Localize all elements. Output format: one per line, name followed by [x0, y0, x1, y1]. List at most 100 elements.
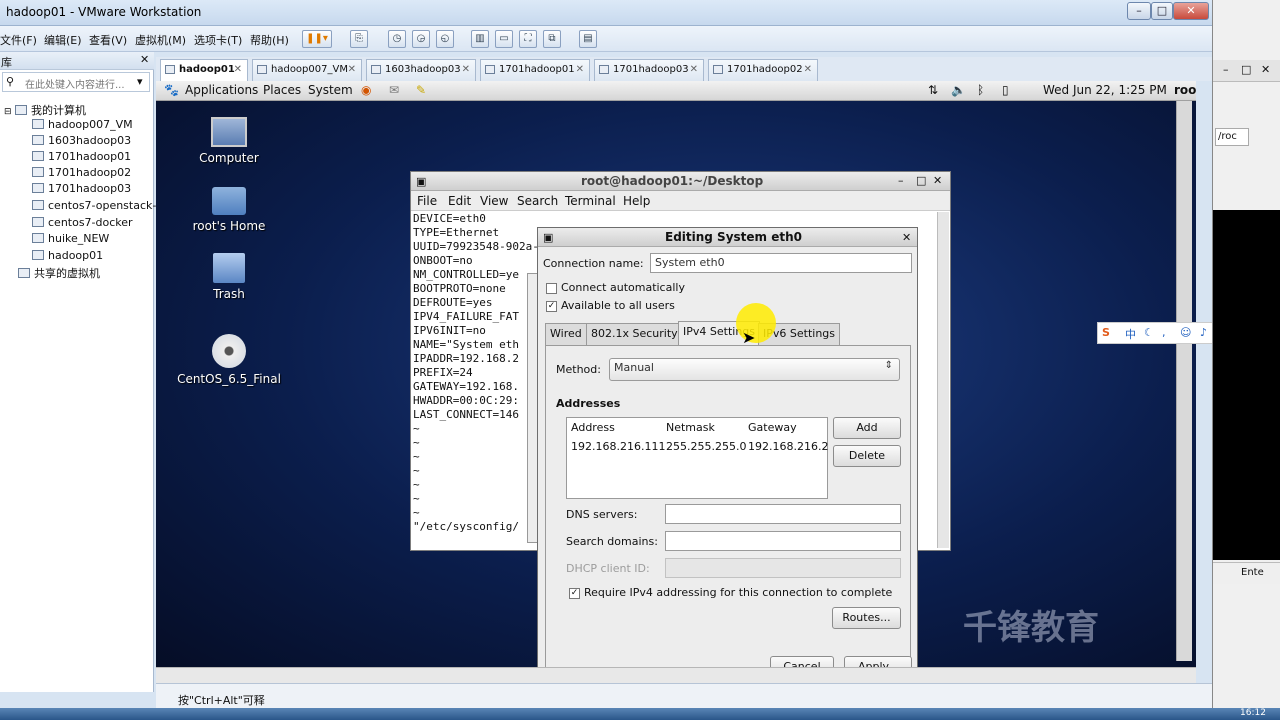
tree-vm-item[interactable]: huike_NEW	[32, 232, 109, 248]
menu-edit[interactable]: Edit	[448, 194, 471, 208]
close-tab-icon[interactable]: ✕	[234, 60, 242, 80]
menu-help[interactable]: Help	[623, 194, 650, 208]
addresses-table[interactable]: Address Netmask Gateway 192.168.216.111 …	[566, 417, 828, 499]
address-cell[interactable]: 192.168.216.111	[571, 440, 665, 453]
tree-shared-vms[interactable]: 共享的虚拟机	[18, 265, 100, 281]
punctuation-icon[interactable]: ,	[1162, 326, 1166, 339]
tab-1701hadoop01[interactable]: 1701hadoop01 ✕	[480, 59, 590, 81]
revert-snapshot-icon[interactable]: ◶	[412, 30, 430, 48]
tab-wired[interactable]: Wired	[545, 323, 587, 345]
connect-auto-checkbox[interactable]	[546, 283, 557, 294]
horizontal-scrollbar[interactable]	[156, 667, 1196, 683]
volume-icon[interactable]: 🔈	[951, 83, 966, 97]
tab-hadoop007-vm[interactable]: hadoop007_VM ✕	[252, 59, 362, 81]
connection-name-input[interactable]: System eth0	[650, 253, 912, 273]
send-keys-icon[interactable]: ⎘	[350, 30, 368, 48]
tab-1603hadoop03[interactable]: 1603hadoop03 ✕	[366, 59, 476, 81]
desktop-dvd[interactable]: CentOS_6.5_Final	[174, 334, 284, 386]
tree-vm-item[interactable]: hadoop007_VM	[32, 118, 133, 134]
chevron-down-icon[interactable]: ▾	[137, 75, 143, 88]
tab-hadoop01[interactable]: hadoop01 ✕	[160, 59, 248, 81]
tab-1701hadoop03[interactable]: 1701hadoop03 ✕	[594, 59, 704, 81]
close-icon[interactable]: ✕	[933, 174, 942, 187]
desktop-home[interactable]: root's Home	[174, 187, 284, 233]
guest-desktop[interactable]: 🐾 Applications Places System ◉ ✉ ✎ ⇅ 🔈 ᛒ…	[156, 81, 1196, 667]
background-window[interactable]: – □ ✕ /roc Ente	[1212, 0, 1280, 708]
method-select[interactable]: Manual ⇕	[609, 358, 900, 381]
mail-icon[interactable]: ✉	[389, 83, 399, 97]
close-tab-icon[interactable]: ✕	[690, 60, 698, 80]
tree-my-computer[interactable]: ⊟ 我的计算机	[4, 102, 86, 118]
tab-1701hadoop02[interactable]: 1701hadoop02 ✕	[708, 59, 818, 81]
moon-icon[interactable]: ☾	[1144, 326, 1154, 339]
firefox-icon[interactable]: ◉	[361, 83, 371, 97]
notes-icon[interactable]: ✎	[416, 83, 426, 97]
tree-vm-item[interactable]: centos7-openstack-r	[32, 199, 161, 215]
search-domains-input[interactable]	[665, 531, 901, 551]
pause-icon[interactable]: ❚❚▾	[302, 30, 332, 48]
close-icon[interactable]: ✕	[1261, 63, 1270, 76]
fullscreen-icon[interactable]: ⛶	[519, 30, 537, 48]
ime-mode[interactable]: 中	[1125, 326, 1136, 342]
connect-auto-label[interactable]: Connect automatically	[561, 281, 685, 294]
library-close-icon[interactable]: ✕	[140, 53, 149, 66]
routes-button[interactable]: Routes...	[832, 607, 901, 629]
add-address-button[interactable]: Add	[833, 417, 901, 439]
snapshot-manager-icon[interactable]: ◵	[436, 30, 454, 48]
delete-address-button[interactable]: Delete	[833, 445, 901, 467]
thumbnail-icon[interactable]: ▭	[495, 30, 513, 48]
snapshot-icon[interactable]: ◷	[388, 30, 406, 48]
column-header-gateway[interactable]: Gateway	[748, 421, 797, 434]
tree-vm-item[interactable]: centos7-docker	[32, 216, 133, 232]
require-ipv4-checkbox[interactable]: ✓	[569, 588, 580, 599]
close-tab-icon[interactable]: ✕	[804, 60, 812, 80]
available-all-label[interactable]: Available to all users	[561, 299, 675, 312]
tree-vm-item[interactable]: hadoop01	[32, 249, 103, 265]
menu-vm[interactable]: 虚拟机(M)	[135, 32, 186, 48]
tab-8021x-security[interactable]: 802.1x Security	[586, 323, 683, 345]
menu-view[interactable]: View	[480, 194, 508, 208]
menu-file[interactable]: File	[417, 194, 437, 208]
clock[interactable]: Wed Jun 22, 1:25 PM	[1043, 83, 1167, 97]
netmask-cell[interactable]: 255.255.255.0	[666, 440, 746, 453]
apply-button[interactable]: Apply...	[844, 656, 912, 667]
close-tab-icon[interactable]: ✕	[576, 60, 584, 80]
desktop-computer[interactable]: Computer	[174, 117, 284, 165]
guest-scrollbar[interactable]	[1176, 101, 1192, 661]
console-view-icon[interactable]: ▤	[579, 30, 597, 48]
menu-tabs[interactable]: 选项卡(T)	[194, 32, 242, 48]
close-icon[interactable]: ✕	[902, 231, 911, 244]
dns-servers-input[interactable]	[665, 504, 901, 524]
windows-taskbar[interactable]: 16:12	[0, 708, 1280, 720]
library-search-input[interactable]: ⚲ 在此处键入内容进行... ▾	[2, 72, 150, 92]
voice-icon[interactable]: ♪	[1200, 326, 1207, 339]
maximize-icon[interactable]: □	[916, 174, 926, 187]
menu-file[interactable]: 文件(F)	[0, 32, 37, 48]
user-menu[interactable]: roo	[1174, 83, 1196, 97]
emoji-icon[interactable]: ☺	[1180, 326, 1191, 339]
places-menu[interactable]: Places	[263, 83, 301, 97]
system-clock[interactable]: 16:12	[1240, 708, 1266, 718]
minimize-button[interactable]: –	[1127, 2, 1151, 20]
close-tab-icon[interactable]: ✕	[462, 60, 470, 80]
gateway-cell[interactable]: 192.168.216.2	[748, 440, 828, 453]
close-button[interactable]: ✕	[1173, 2, 1209, 20]
bluetooth-icon[interactable]: ᛒ	[977, 83, 984, 97]
path-dropdown[interactable]: /roc	[1215, 128, 1249, 146]
menu-search[interactable]: Search	[517, 194, 558, 208]
available-all-checkbox[interactable]: ✓	[546, 301, 557, 312]
tree-vm-item[interactable]: 1701hadoop03	[32, 182, 131, 198]
tree-vm-item[interactable]: 1701hadoop02	[32, 166, 131, 182]
editing-connection-dialog[interactable]: ▣ Editing System eth0 ✕ Connection name:…	[537, 227, 918, 667]
maximize-icon[interactable]: □	[1241, 63, 1251, 76]
menu-help[interactable]: 帮助(H)	[250, 32, 289, 48]
close-tab-icon[interactable]: ✕	[348, 60, 356, 80]
terminal-scrollbar[interactable]	[937, 212, 949, 548]
applications-menu[interactable]: Applications	[185, 83, 258, 97]
menu-terminal[interactable]: Terminal	[565, 194, 616, 208]
unity-icon[interactable]: ⧉	[543, 30, 561, 48]
enter-button[interactable]: Ente	[1241, 567, 1264, 578]
require-ipv4-label[interactable]: Require IPv4 addressing for this connect…	[584, 586, 892, 599]
column-header-netmask[interactable]: Netmask	[666, 421, 715, 434]
network-icon[interactable]: ⇅	[928, 83, 938, 97]
